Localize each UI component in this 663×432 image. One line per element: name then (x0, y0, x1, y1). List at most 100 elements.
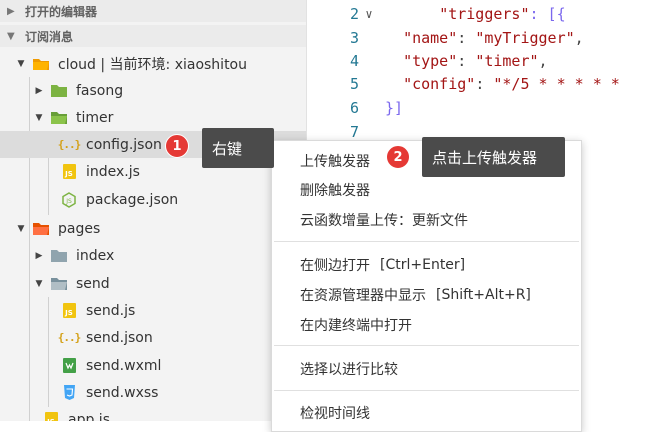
menu-item-label: 上传触发器 (300, 154, 370, 170)
menu-separator (274, 241, 579, 242)
menu-item-label: 在侧边打开 (300, 258, 370, 274)
chevron-right-icon: ▶ (35, 250, 43, 261)
menu-item-open-timeline[interactable]: 检视时间线 (272, 399, 581, 427)
json-value: "*/5 * * * * * (493, 75, 620, 93)
step-1-badge: 1 (165, 134, 189, 158)
menu-item-label: 检视时间线 (300, 406, 370, 422)
json-key: "type" (403, 52, 458, 70)
tree-item-fasong[interactable]: ▶ fasong (0, 77, 306, 104)
json-file-icon: {..} (57, 138, 81, 151)
json-value: "timer" (475, 52, 539, 70)
menu-item-open-to-side[interactable]: 在侧边打开 [Ctrl+Enter] (272, 251, 581, 279)
js-file-icon: JS (60, 164, 78, 180)
tree-item-cloud[interactable]: ▼ cloud | 当前环境: xiaoshitou (0, 50, 306, 77)
tree-item-label: pages (58, 220, 101, 237)
chevron-down-icon: ▼ (17, 58, 25, 69)
folder-open-icon (50, 276, 68, 292)
tree-item-label: app.js (68, 411, 110, 422)
chevron-right-icon: ▶ (7, 5, 15, 17)
tree-item-label: send.js (86, 302, 136, 319)
code-line: 3 "name": "myTrigger", (307, 26, 663, 50)
nodejs-file-icon: JS (60, 191, 78, 208)
chevron-down-icon: ▼ (35, 278, 43, 289)
tree-item-label: package.json (86, 191, 179, 208)
folder-open-icon (32, 221, 50, 237)
tree-item-index-folder[interactable]: ▶ index (0, 242, 306, 269)
tree-item-label: timer (76, 109, 114, 126)
svg-text:JS: JS (65, 198, 72, 205)
menu-item-incremental-upload[interactable]: 云函数增量上传：更新文件 (272, 206, 581, 234)
cloud-folder-open-icon (32, 56, 50, 72)
tree-item-label: send.wxss (86, 384, 159, 401)
json-value: "myTrigger" (475, 29, 575, 47)
code-line: 6 }] (307, 96, 663, 120)
menu-item-shortcut: [Shift+Alt+R] (436, 287, 531, 303)
tree-item-label: index.js (86, 163, 140, 180)
tree-item-label: send.wxml (86, 357, 162, 374)
menu-item-label: 删除触发器 (300, 183, 370, 199)
js-file-icon: JS (60, 303, 78, 319)
folder-icon (50, 83, 68, 99)
json-key: "config" (403, 75, 476, 93)
tree-item-send-js[interactable]: JS send.js (0, 297, 306, 324)
line-number: 3 (349, 29, 359, 47)
menu-item-label: 云函数增量上传：更新文件 (300, 213, 468, 229)
fold-chevron-icon[interactable]: ∨ (359, 7, 379, 21)
menu-item-label: 在内建终端中打开 (300, 318, 412, 334)
step-1-tooltip: 右键 (202, 128, 274, 168)
tree-item-label: config.json (86, 136, 162, 153)
tree-item-send-wxml[interactable]: send.wxml (0, 352, 306, 379)
css-file-icon (60, 385, 78, 401)
tree-item-package-json[interactable]: JS package.json (0, 186, 306, 213)
line-number: 5 (349, 75, 359, 93)
json-file-icon: {..} (57, 331, 81, 344)
tree-item-app-js[interactable]: JS app.js (0, 406, 306, 422)
menu-item-open-in-terminal[interactable]: 在内建终端中打开 (272, 311, 581, 339)
line-number: 7 (349, 123, 359, 141)
tree-item-label: send (76, 275, 110, 292)
tree-item-label: cloud | 当前环境: xiaoshitou (58, 56, 247, 73)
code-line: 4 "type": "timer", (307, 49, 663, 73)
json-key: "triggers" (439, 5, 530, 23)
chevron-right-icon: ▶ (35, 85, 43, 96)
step-2-badge: 2 (386, 145, 410, 169)
open-editors-label: 打开的编辑器 (25, 4, 98, 19)
menu-item-delete-trigger[interactable]: 删除触发器 (272, 176, 581, 204)
step-2-tooltip: 点击上传触发器 (422, 137, 565, 177)
menu-item-shortcut: [Ctrl+Enter] (380, 257, 466, 273)
tree-item-pages[interactable]: ▼ pages (0, 215, 306, 242)
tree-item-timer[interactable]: ▼ timer (0, 104, 306, 131)
menu-item-label: 选择以进行比较 (300, 362, 398, 378)
code-line: 2 ∨ "triggers": [{ (307, 2, 663, 26)
line-number: 2 (349, 5, 359, 23)
chevron-down-icon: ▼ (7, 30, 15, 42)
code-line: 5 "config": "*/5 * * * * * (307, 72, 663, 96)
tree-item-send-wxss[interactable]: send.wxss (0, 379, 306, 406)
tree-item-send-folder[interactable]: ▼ send (0, 270, 306, 297)
explorer-panel: ▶ 打开的编辑器 ▼ 订阅消息 ▼ cloud | 当前环境: xiaoshit… (0, 0, 307, 421)
folder-icon (50, 248, 68, 264)
menu-item-reveal-in-explorer[interactable]: 在资源管理器中显示 [Shift+Alt+R] (272, 281, 581, 309)
wxml-file-icon (60, 358, 78, 374)
json-punctuation: }] (385, 99, 404, 117)
menu-separator (274, 345, 579, 346)
js-file-icon: JS (42, 412, 60, 421)
json-punctuation: : [{ (529, 5, 566, 23)
context-menu: 上传触发器 删除触发器 云函数增量上传：更新文件 在侧边打开 [Ctrl+Ent… (271, 140, 582, 432)
chevron-down-icon: ▼ (17, 223, 25, 234)
project-header[interactable]: ▼ 订阅消息 (0, 25, 306, 47)
menu-item-select-for-compare[interactable]: 选择以进行比较 (272, 355, 581, 383)
open-editors-header[interactable]: ▶ 打开的编辑器 (0, 0, 306, 22)
chevron-down-icon: ▼ (35, 112, 43, 123)
line-number: 4 (349, 52, 359, 70)
tree-item-label: fasong (76, 82, 124, 99)
folder-open-icon (50, 110, 68, 126)
tree-item-label: index (76, 247, 115, 264)
menu-item-label: 在资源管理器中显示 (300, 288, 426, 304)
line-number: 6 (349, 99, 359, 117)
menu-separator (274, 390, 579, 391)
tree-item-send-json[interactable]: {..} send.json (0, 324, 306, 351)
tree-item-label: send.json (86, 329, 153, 346)
project-label: 订阅消息 (25, 29, 74, 44)
json-key: "name" (403, 29, 458, 47)
